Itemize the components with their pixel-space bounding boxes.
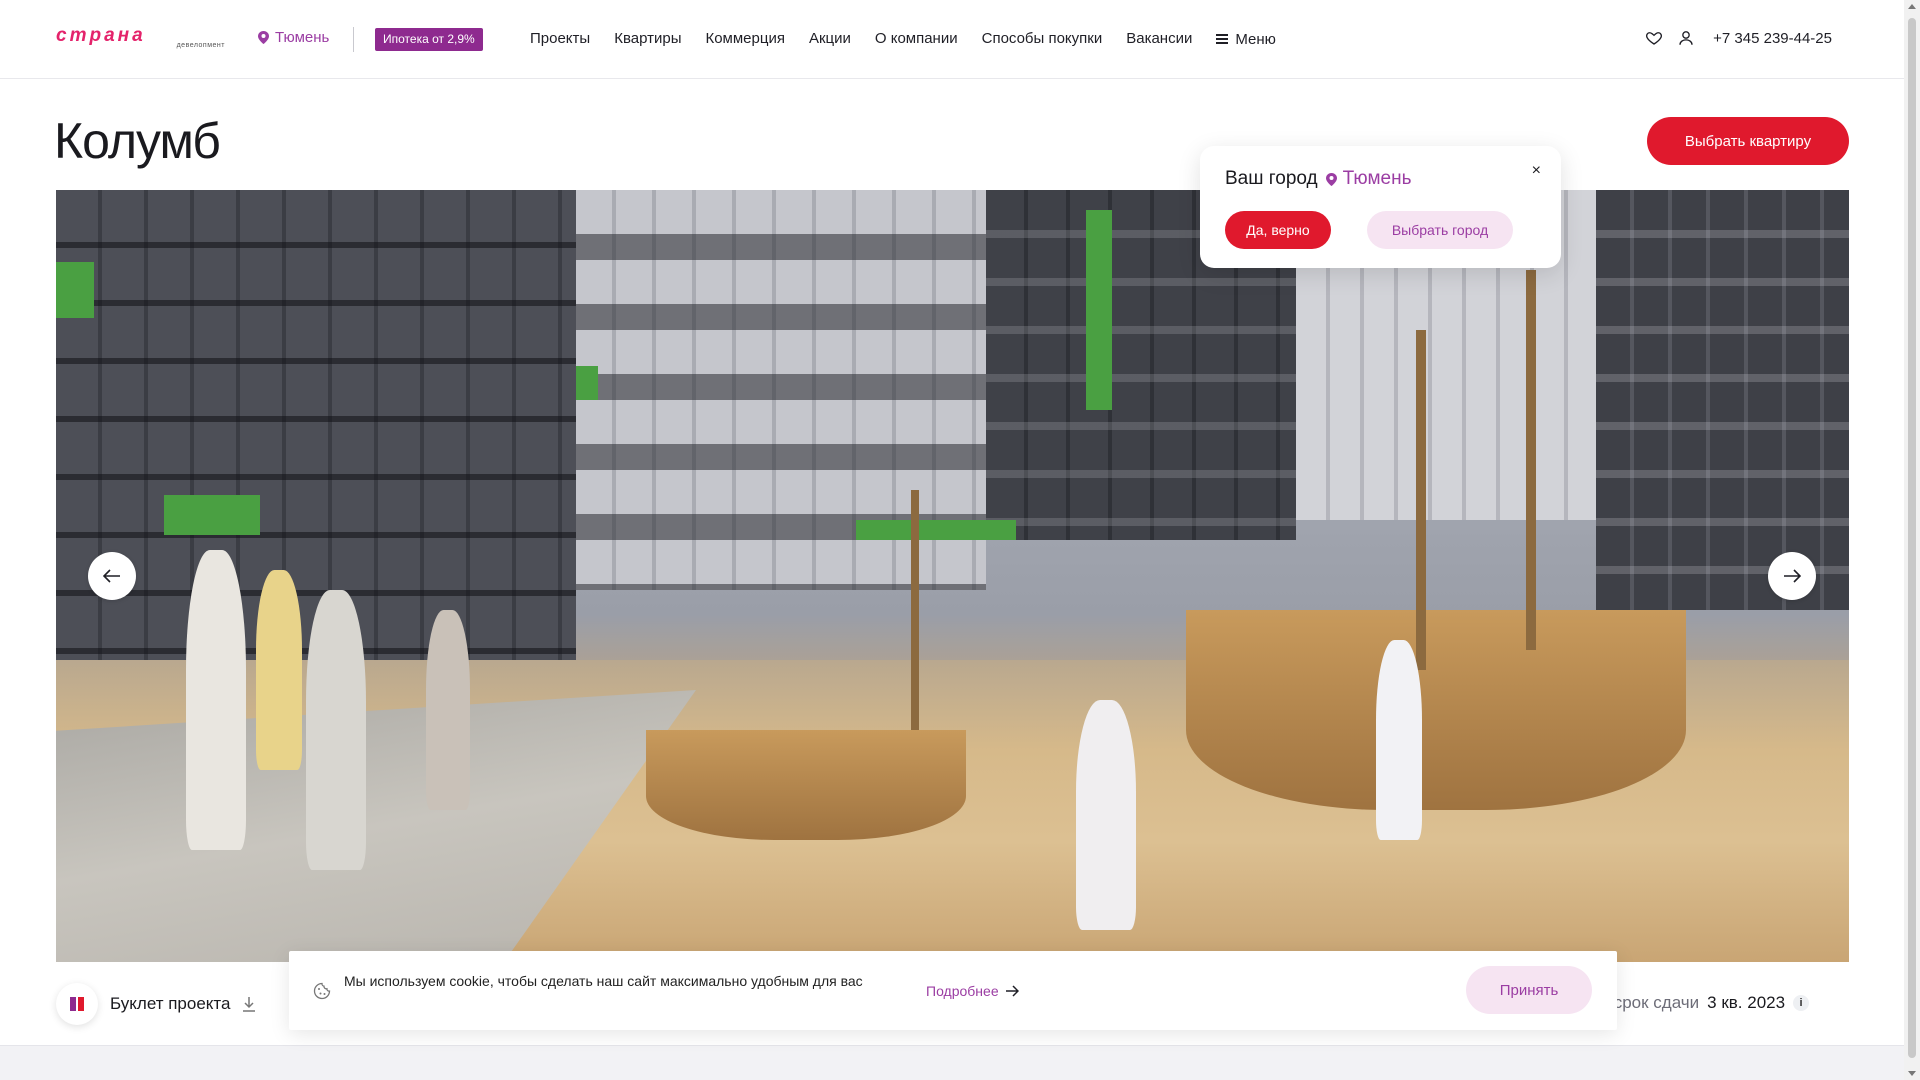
close-icon[interactable]: × [1532, 162, 1541, 180]
user-icon[interactable] [1677, 29, 1695, 47]
ship-mast [1526, 270, 1536, 650]
menu-label: Меню [1235, 30, 1276, 48]
person-figure [186, 550, 246, 850]
heart-icon[interactable] [1645, 29, 1663, 47]
confirm-city-button[interactable]: Да, верно [1225, 211, 1331, 249]
city-question-label: Ваш город [1225, 168, 1318, 189]
booklet-label: Буклет проекта [110, 994, 231, 1013]
logo-subtitle: девелопмент [176, 42, 225, 49]
arrow-right-icon [1005, 985, 1019, 997]
nav-item-promotions[interactable]: Акции [809, 29, 851, 49]
nav-item-about[interactable]: О компании [875, 29, 958, 49]
green-panel [856, 520, 1016, 540]
cookie-icon [313, 982, 331, 1000]
nav-item-purchase-methods[interactable]: Способы покупки [982, 29, 1103, 49]
divider [353, 27, 354, 52]
person-figure [1076, 700, 1136, 930]
nav-item-commercial[interactable]: Коммерция [705, 29, 784, 49]
person-figure [256, 570, 302, 770]
main-nav: Проекты Квартиры Коммерция Акции О компа… [530, 29, 1276, 49]
site-header: страна девелопмент Тюмень Ипотека от 2,9… [0, 0, 1904, 79]
green-panel [56, 262, 94, 318]
cookie-more-label: Подробнее [926, 983, 999, 999]
scrollbar-thumb[interactable] [1908, 18, 1916, 1058]
page: страна девелопмент Тюмень Ипотека от 2,9… [0, 0, 1920, 1080]
page-title: Колумб [54, 113, 221, 169]
project-booklet-link[interactable]: Буклет проекта [56, 983, 256, 1025]
city-question: Ваш город Тюмень [1225, 168, 1412, 190]
green-panel [576, 366, 598, 400]
scroll-up-arrow-icon[interactable] [1908, 4, 1916, 9]
green-panel [164, 495, 260, 535]
slider-prev-button[interactable] [88, 552, 136, 600]
ship-mast [1416, 330, 1426, 670]
deadline-info: ий срок сдачи 3 кв. 2023 i [1590, 993, 1810, 1013]
cookie-text: Мы используем cookie, чтобы сделать наш … [344, 973, 863, 989]
nav-item-apartments[interactable]: Квартиры [614, 29, 681, 49]
info-icon[interactable]: i [1793, 995, 1810, 1011]
building [1596, 190, 1849, 610]
location-pin-icon [258, 31, 269, 44]
city-confirm-popup: Ваш город Тюмень × Да, верно Выбрать гор… [1200, 146, 1561, 268]
deadline-value: 3 кв. 2023 [1707, 993, 1786, 1012]
download-icon [243, 997, 256, 1012]
choose-city-button[interactable]: Выбрать город [1367, 211, 1513, 249]
booklet-icon [56, 983, 98, 1025]
city-popup-city: Тюмень [1325, 168, 1412, 190]
arrow-left-icon [103, 569, 120, 583]
cookie-more-link[interactable]: Подробнее [926, 983, 1019, 999]
person-figure [306, 590, 366, 870]
nav-item-vacancies[interactable]: Вакансии [1126, 29, 1192, 49]
play-ship [1186, 610, 1686, 810]
location-pin-icon [1325, 172, 1337, 186]
green-panel [1086, 210, 1112, 410]
header-actions: +7 345 239-44-25 [1645, 29, 1832, 47]
menu-button[interactable]: Меню [1216, 29, 1276, 49]
section-divider [0, 1045, 1904, 1080]
logo[interactable]: страна девелопмент [56, 26, 225, 50]
phone-link[interactable]: +7 345 239-44-25 [1713, 30, 1832, 47]
choose-apartment-button[interactable]: Выбрать квартиру [1647, 117, 1849, 165]
play-boat [646, 730, 966, 840]
person-figure [1376, 640, 1422, 840]
cookie-accept-button[interactable]: Принять [1466, 966, 1592, 1014]
scroll-down-arrow-icon[interactable] [1908, 1071, 1916, 1076]
cookie-banner: Мы используем cookie, чтобы сделать наш … [289, 951, 1617, 1030]
building [56, 190, 576, 670]
arrow-right-icon [1784, 569, 1801, 583]
nav-item-projects[interactable]: Проекты [530, 29, 590, 49]
hero-image [56, 190, 1849, 962]
scrollbar[interactable] [1904, 0, 1920, 1080]
slider-next-button[interactable] [1768, 552, 1816, 600]
city-popup-city-name: Тюмень [1342, 168, 1412, 189]
hamburger-icon [1216, 34, 1229, 44]
city-name: Тюмень [275, 29, 330, 46]
mortgage-promo-badge[interactable]: Ипотека от 2,9% [375, 28, 483, 51]
boat-mast [911, 490, 919, 730]
city-selector[interactable]: Тюмень [258, 29, 329, 46]
person-figure [426, 610, 470, 810]
